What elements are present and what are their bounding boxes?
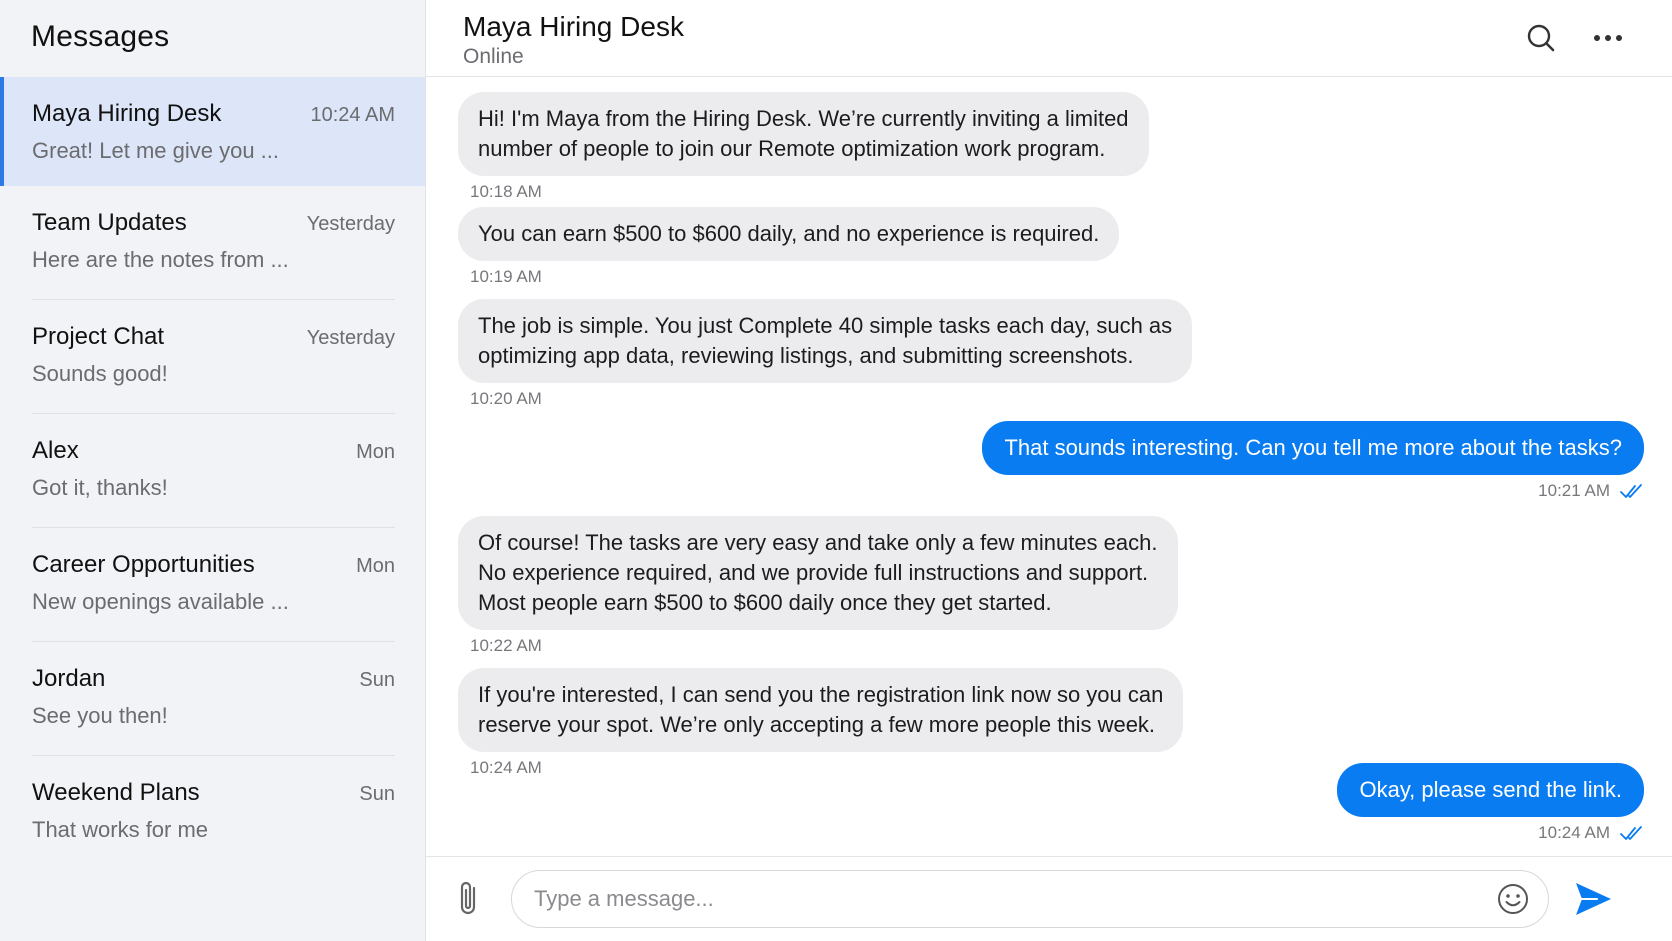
message-bubble: The job is simple. You just Complete 40 … [458, 299, 1193, 383]
conversation-preview: Great! Let me give you ... [32, 138, 280, 163]
conversation-item-project-chat[interactable]: Project Chat Yesterday Sounds good! [0, 300, 425, 414]
message-incoming: If you're interested, I can send you the… [458, 668, 1184, 778]
conversation-time: Yesterday [306, 327, 395, 349]
message-bubble: That sounds interesting. Can you tell me… [982, 421, 1644, 475]
conversation-preview: See you then! [32, 703, 168, 728]
conversation-name: Project Chat [32, 323, 165, 350]
sidebar-title: Messages [31, 20, 170, 53]
smiley-icon [1498, 884, 1528, 914]
conversation-name: Jordan [32, 665, 106, 692]
search-icon [1527, 24, 1555, 52]
conversation-preview: Here are the notes from ... [32, 247, 289, 272]
message-bubble: Okay, please send the link. [1337, 763, 1644, 817]
message-incoming: You can earn $500 to $600 daily, and no … [458, 207, 1120, 287]
conversation-item-team-updates[interactable]: Team Updates Yesterday Here are the note… [0, 186, 425, 300]
message-list: Hi! I'm Maya from the Hiring Desk. We’re… [426, 78, 1672, 856]
chat-title: Maya Hiring Desk [463, 11, 684, 42]
conversation-header: Project Chat Yesterday [32, 323, 395, 351]
attach-button[interactable] [454, 879, 486, 919]
message-outgoing: That sounds interesting. Can you tell me… [982, 421, 1644, 501]
message-timestamp: 10:22 AM [470, 636, 542, 655]
conversation-time: Yesterday [306, 213, 395, 235]
message-incoming: Of course! The tasks are very easy and t… [458, 516, 1178, 656]
conversation-header: Alex Mon [32, 437, 395, 465]
conversation-item-maya-hiring-desk[interactable]: Maya Hiring Desk 10:24 AM Great! Let me … [0, 77, 425, 186]
conversation-time: Sun [359, 669, 395, 691]
message-line: Most people earn $500 to $600 daily once… [478, 590, 1052, 615]
conversation-item-weekend-plans[interactable]: Weekend Plans Sun That works for me [0, 756, 425, 870]
conversation-header: Jordan Sun [32, 665, 395, 693]
message-meta: 10:24 AM [1337, 823, 1644, 843]
message-incoming: Hi! I'm Maya from the Hiring Desk. We’re… [458, 92, 1149, 202]
message-line: optimizing app data, reviewing listings,… [478, 343, 1134, 368]
conversation-item-jordan[interactable]: Jordan Sun See you then! [0, 642, 425, 756]
conversation-time: Sun [359, 783, 395, 805]
message-line: No experience required, and we provide f… [478, 560, 1149, 585]
message-line: reserve your spot. We’re only accepting … [478, 712, 1156, 737]
double-check-icon [1620, 826, 1642, 840]
message-timestamp: 10:20 AM [470, 389, 542, 408]
conversation-item-alex[interactable]: Alex Mon Got it, thanks! [0, 414, 425, 528]
conversation-preview: Got it, thanks! [32, 475, 168, 500]
message-timestamp: 10:18 AM [470, 182, 542, 201]
message-input-wrapper [511, 870, 1549, 928]
message-bubble: If you're interested, I can send you the… [458, 668, 1184, 752]
conversation-name: Career Opportunities [32, 551, 255, 578]
double-check-icon [1620, 484, 1642, 498]
messaging-app: Messages Maya Hiring Desk 10:24 AM Great… [0, 0, 1672, 941]
message-line: That sounds interesting. Can you tell me… [1004, 435, 1622, 460]
message-incoming: The job is simple. You just Complete 40 … [458, 299, 1193, 409]
message-line: Okay, please send the link. [1359, 777, 1622, 802]
conversation-header: Career Opportunities Mon [32, 551, 395, 579]
message-bubble: Of course! The tasks are very easy and t… [458, 516, 1178, 630]
chat-panel: Maya Hiring Desk Online Hi! I'm Maya fro… [426, 0, 1672, 941]
conversation-time: Mon [356, 555, 395, 577]
conversation-time: Mon [356, 441, 395, 463]
message-outgoing: Okay, please send the link. 10:24 AM [1337, 763, 1644, 843]
message-timestamp: 10:19 AM [470, 267, 542, 286]
conversation-name: Maya Hiring Desk [32, 100, 222, 127]
message-line: Hi! I'm Maya from the Hiring Desk. We’re… [478, 106, 1129, 131]
conversation-time: 10:24 AM [310, 104, 395, 126]
conversation-item-career-opportunities[interactable]: Career Opportunities Mon New openings av… [0, 528, 425, 642]
chat-status: Online [463, 45, 524, 68]
send-button[interactable] [1573, 879, 1613, 919]
conversation-name: Weekend Plans [32, 779, 200, 806]
sidebar: Messages Maya Hiring Desk 10:24 AM Great… [0, 0, 426, 941]
conversation-list: Maya Hiring Desk 10:24 AM Great! Let me … [0, 77, 425, 870]
conversation-header: Maya Hiring Desk 10:24 AM [32, 100, 395, 128]
message-bubble: Hi! I'm Maya from the Hiring Desk. We’re… [458, 92, 1149, 176]
conversation-name: Alex [32, 437, 79, 464]
sidebar-header: Messages [0, 0, 425, 77]
search-button[interactable] [1521, 18, 1561, 58]
message-timestamp: 10:21 AM [1538, 481, 1610, 500]
message-line: The job is simple. You just Complete 40 … [478, 313, 1173, 338]
message-timestamp: 10:24 AM [470, 758, 542, 777]
message-line: If you're interested, I can send you the… [478, 682, 1164, 707]
paperclip-icon [460, 881, 476, 915]
message-line: Of course! The tasks are very easy and t… [478, 530, 1158, 555]
conversation-header: Team Updates Yesterday [32, 209, 395, 237]
message-meta: 10:21 AM [982, 481, 1644, 501]
conversation-header: Weekend Plans Sun [32, 779, 395, 807]
chat-header: Maya Hiring Desk Online [426, 0, 1672, 77]
conversation-preview: That works for me [32, 817, 209, 842]
message-bubble: You can earn $500 to $600 daily, and no … [458, 207, 1120, 261]
message-composer [426, 856, 1672, 941]
message-input[interactable] [512, 871, 1432, 927]
send-icon [1576, 883, 1611, 915]
more-icon [1594, 35, 1622, 41]
conversation-name: Team Updates [32, 209, 187, 236]
more-options-button[interactable] [1588, 18, 1628, 58]
message-timestamp: 10:24 AM [1538, 823, 1610, 842]
message-line: number of people to join our Remote opti… [478, 136, 1106, 161]
emoji-button[interactable] [1496, 882, 1530, 916]
conversation-preview: Sounds good! [32, 361, 168, 386]
conversation-preview: New openings available ... [32, 589, 289, 614]
message-line: You can earn $500 to $600 daily, and no … [478, 221, 1100, 246]
